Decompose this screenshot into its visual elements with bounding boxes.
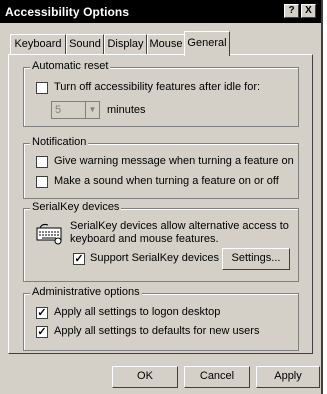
tab-keyboard[interactable]: Keyboard	[10, 34, 66, 54]
general-tab-panel: Automatic reset Turn off accessibility f…	[8, 54, 313, 354]
idle-minutes-value: 5	[55, 104, 62, 116]
serialkey-description-line1: SerialKey devices allow alternative acce…	[70, 220, 289, 232]
title-bar[interactable]: Accessibility Options ? X	[0, 0, 321, 23]
minutes-label: minutes	[107, 104, 146, 116]
turn-off-idle-label[interactable]: Turn off accessibility features after id…	[54, 81, 260, 93]
apply-button[interactable]: Apply	[256, 366, 320, 388]
cancel-button[interactable]: Cancel	[184, 366, 250, 388]
chevron-down-icon[interactable]: ▼	[85, 102, 99, 118]
tab-display[interactable]: Display	[104, 34, 147, 54]
serialkey-description-line2: keyboard and mouse features.	[70, 233, 219, 245]
automatic-reset-legend: Automatic reset	[30, 60, 111, 72]
serialkey-group: SerialKey devices SerialKey devices allo…	[23, 201, 299, 282]
tab-mouse[interactable]: Mouse	[147, 34, 185, 54]
support-serialkey-checkbox[interactable]: ✓	[73, 253, 85, 265]
apply-defaults-checkbox[interactable]: ✓	[36, 326, 48, 338]
accessibility-options-dialog: Accessibility Options ? X Keyboard Sound…	[0, 0, 323, 394]
support-serialkey-label[interactable]: Support SerialKey devices	[90, 252, 219, 264]
window-title: Accessibility Options	[5, 5, 130, 19]
idle-minutes-select[interactable]: 5 ▼	[51, 101, 100, 119]
tab-general[interactable]: General	[184, 31, 230, 56]
keyboard-icon	[36, 223, 62, 245]
apply-logon-checkbox[interactable]: ✓	[36, 307, 48, 319]
automatic-reset-group: Automatic reset Turn off accessibility f…	[23, 60, 299, 127]
help-button[interactable]: ?	[284, 4, 299, 18]
tab-sound[interactable]: Sound	[66, 34, 104, 54]
tab-strip: Keyboard Sound Display Mouse General	[0, 23, 321, 56]
make-sound-checkbox[interactable]	[36, 176, 48, 188]
close-button[interactable]: X	[301, 4, 316, 18]
make-sound-label[interactable]: Make a sound when turning a feature on o…	[54, 175, 279, 187]
notification-group: Notification Give warning message when t…	[23, 136, 299, 199]
apply-logon-label[interactable]: Apply all settings to logon desktop	[54, 306, 220, 318]
notification-legend: Notification	[30, 136, 89, 148]
turn-off-idle-checkbox[interactable]	[36, 82, 48, 94]
serialkey-legend: SerialKey devices	[30, 201, 122, 213]
serialkey-settings-button[interactable]: Settings...	[222, 248, 290, 270]
administrative-options-group: Administrative options ✓ Apply all setti…	[23, 286, 299, 351]
administrative-options-legend: Administrative options	[30, 286, 142, 298]
ok-button[interactable]: OK	[112, 366, 178, 388]
warning-message-checkbox[interactable]	[36, 156, 48, 168]
warning-message-label[interactable]: Give warning message when turning a feat…	[54, 155, 294, 167]
apply-defaults-label[interactable]: Apply all settings to defaults for new u…	[54, 325, 259, 337]
